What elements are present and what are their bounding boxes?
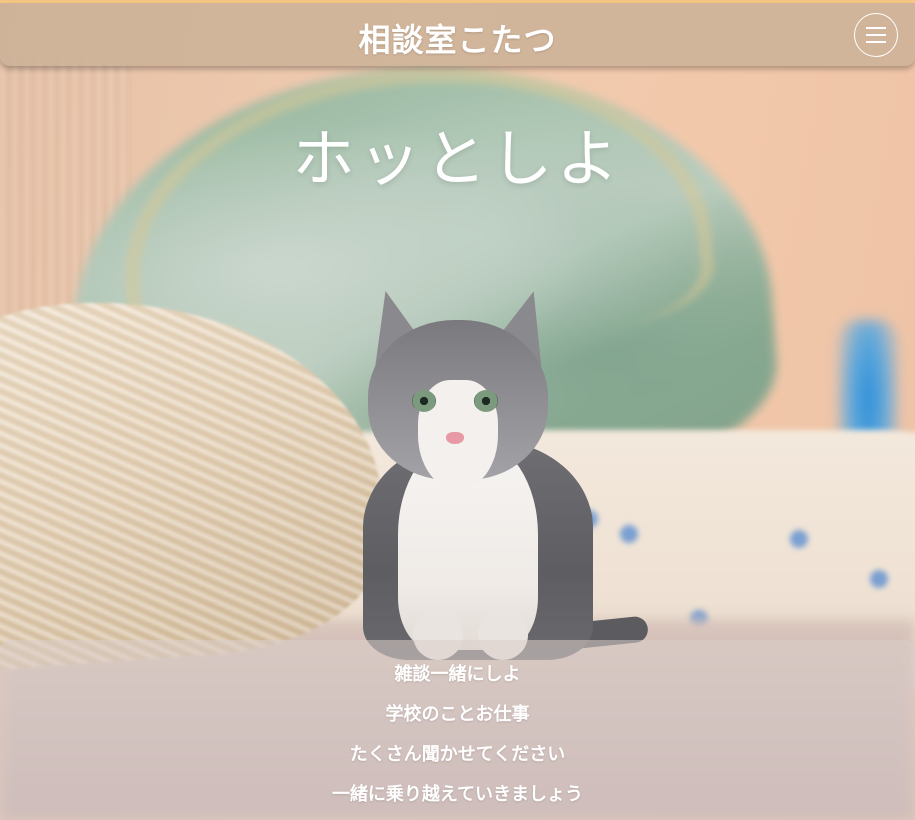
site-title[interactable]: 相談室こたつ	[0, 15, 915, 61]
kitten-eye-left	[412, 390, 436, 412]
hero-title: ホッとしよ	[292, 122, 623, 195]
message-line: 一緒に乗り越えていきましょう	[331, 784, 584, 805]
message-line: 雑談一緒にしよ	[394, 664, 521, 685]
photo-sheet-dot	[870, 570, 888, 588]
kitten-eye-right	[474, 390, 498, 412]
message-panel: 雑談一緒にしよ 学校のことお仕事 たくさん聞かせてください 一緒に乗り越えていき…	[0, 640, 915, 820]
kitten-nose	[446, 432, 464, 444]
menu-button[interactable]	[854, 13, 898, 57]
hamburger-menu-icon	[866, 34, 886, 36]
kitten-image	[358, 283, 650, 660]
hamburger-menu-icon	[866, 27, 886, 29]
page: 相談室こたつ ホッとしよ 雑談一緒にしよ 学校のことお仕事 たくさん聞かせてくだ…	[0, 0, 915, 820]
site-header: 相談室こたつ	[0, 0, 915, 66]
photo-sheet-dot	[790, 530, 808, 548]
photo-sheet-dot	[620, 525, 638, 543]
message-line: 学校のことお仕事	[385, 704, 530, 725]
message-line: たくさん聞かせてください	[349, 744, 566, 765]
hamburger-menu-icon	[866, 41, 886, 43]
